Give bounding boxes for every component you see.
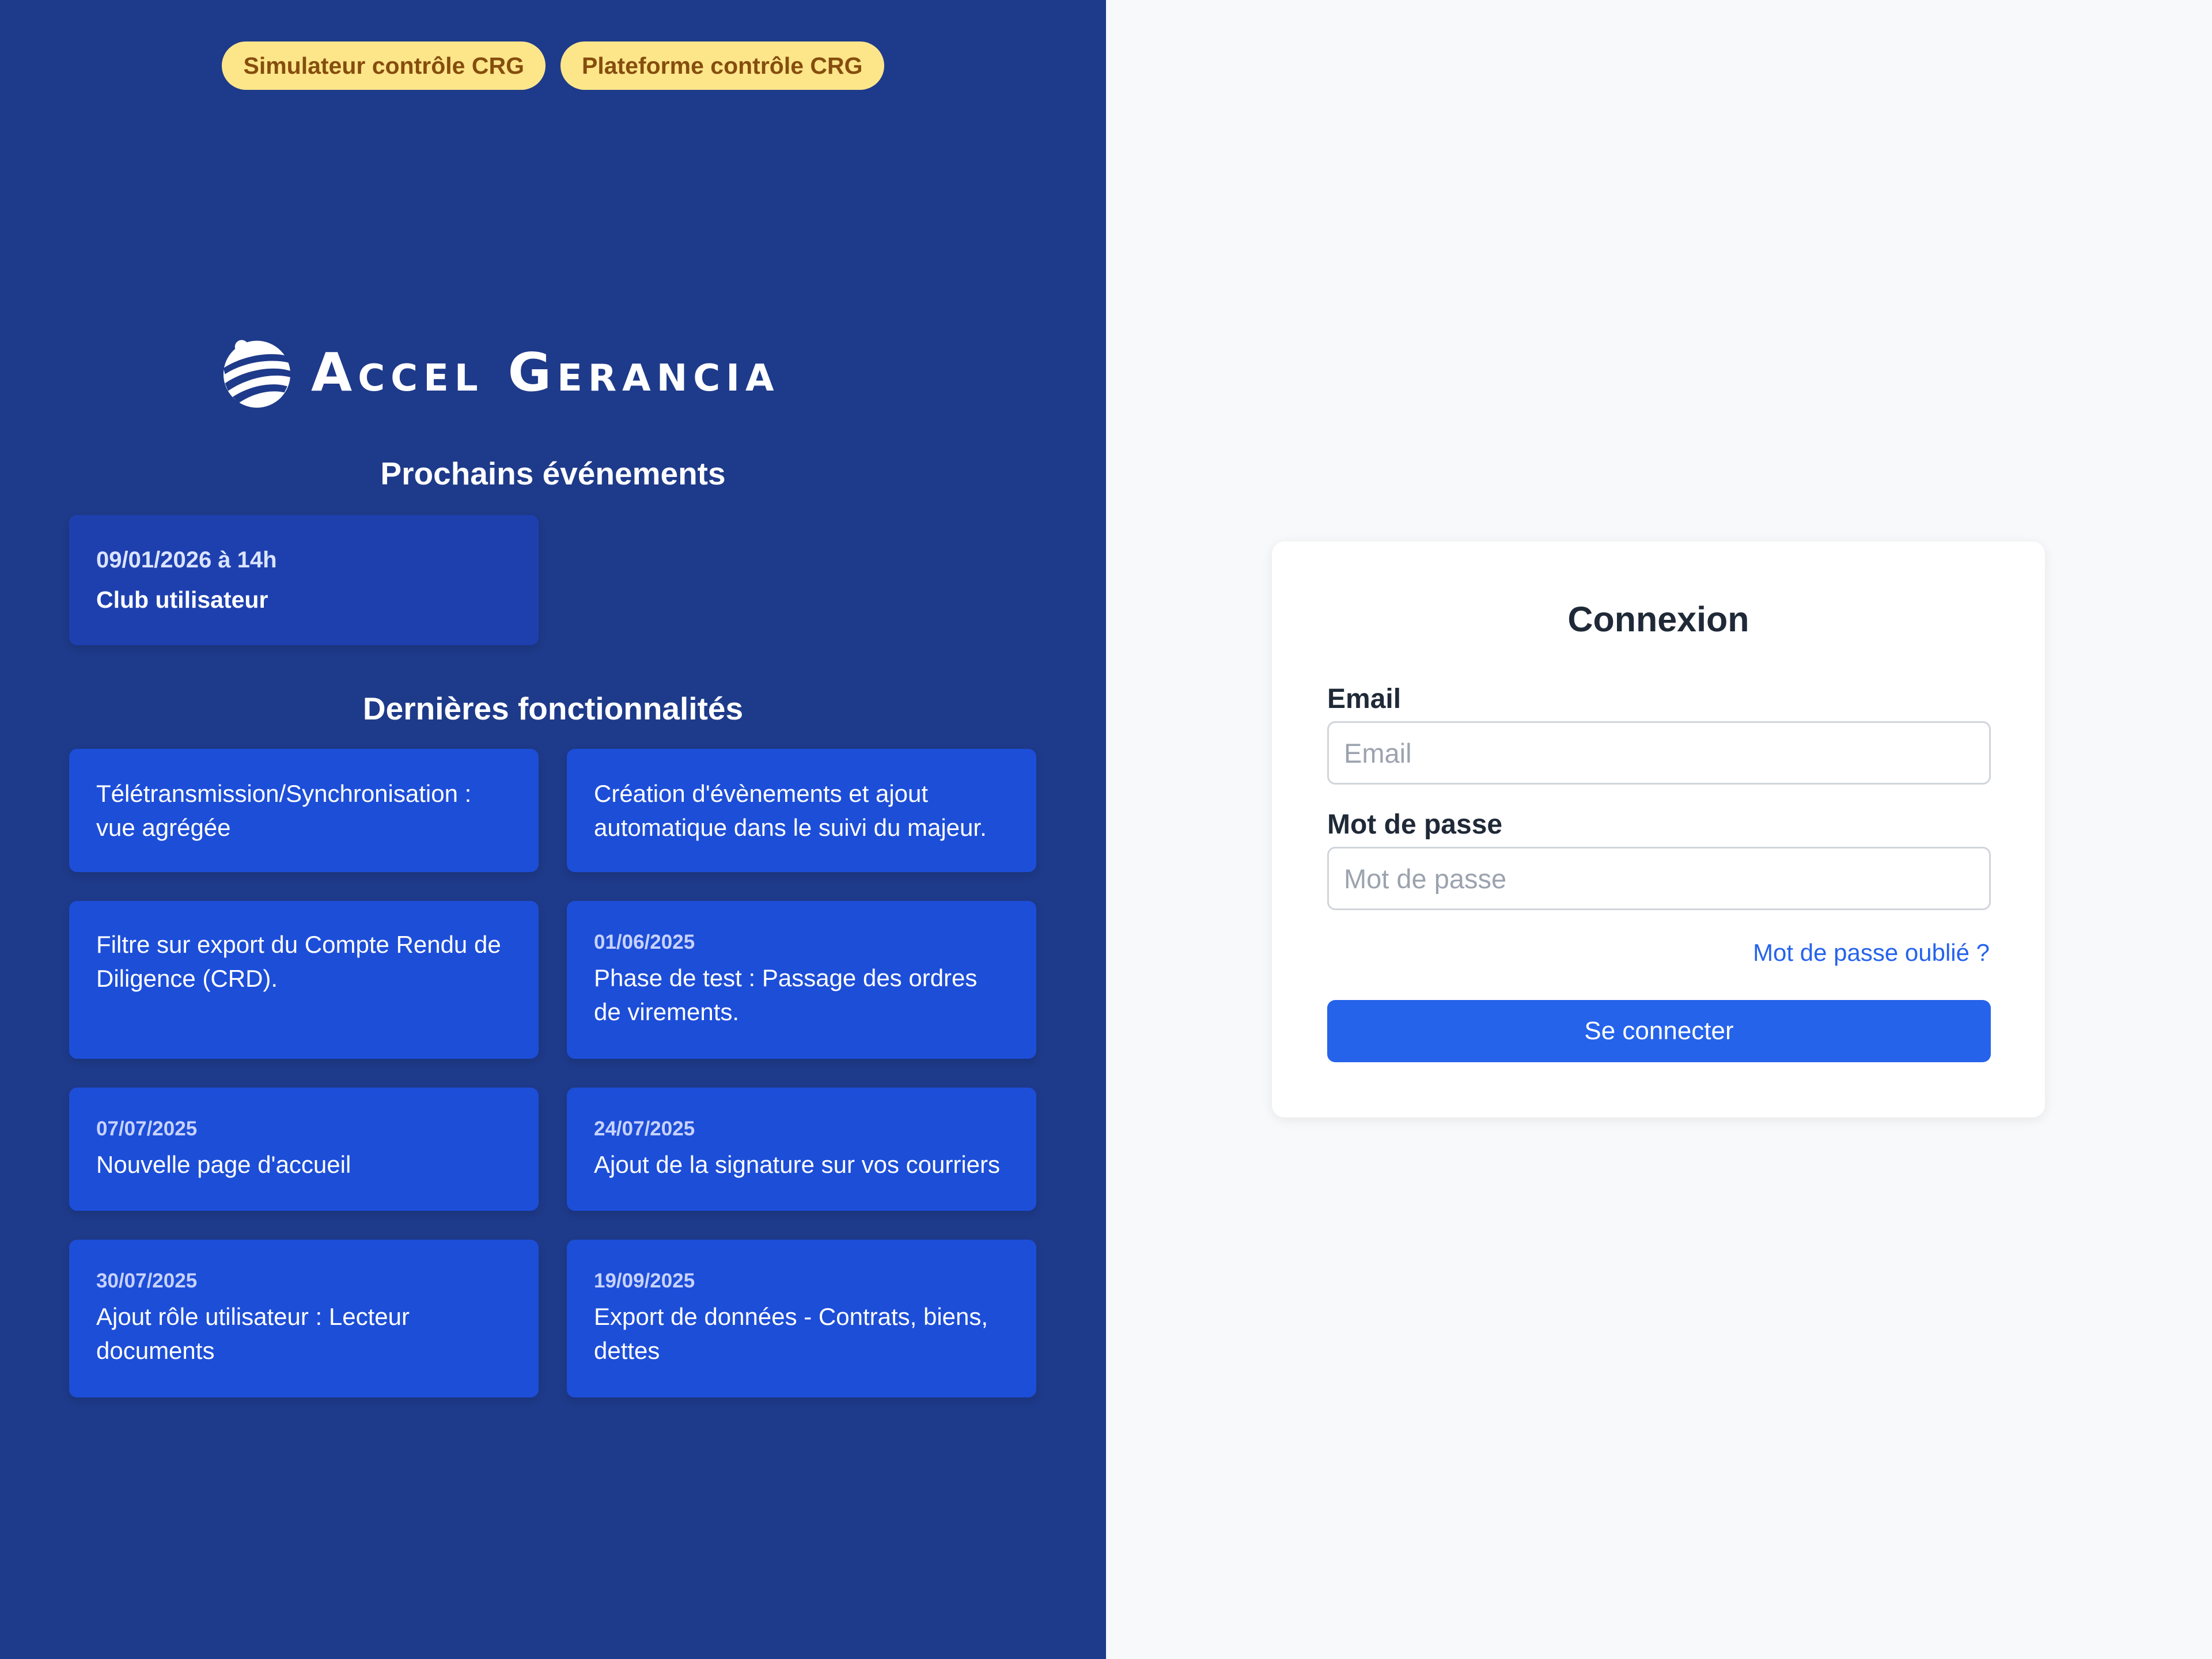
logo-wordmark: Accel Gerancia	[311, 342, 780, 403]
feature-card: 19/09/2025 Export de données - Contrats,…	[567, 1240, 1036, 1397]
password-input[interactable]	[1327, 847, 1991, 910]
features-heading: Dernières fonctionnalités	[362, 691, 744, 726]
feature-title: Filtre sur export du Compte Rendu de Dil…	[96, 931, 501, 992]
feature-date: 07/07/2025	[96, 1117, 198, 1140]
login-title: Connexion	[1567, 600, 1749, 639]
feature-title: Création d'évènements et ajout automatiq…	[594, 780, 987, 841]
feature-title: Ajout rôle utilisateur : Lecteur documen…	[96, 1303, 410, 1364]
feature-card: Télétransmission/Synchronisation : vue a…	[69, 749, 539, 872]
login-form: Connexion Email Mot de passe Mot de pass…	[1272, 541, 2045, 1118]
feature-title: Export de données - Contrats, biens, det…	[594, 1303, 988, 1364]
feature-card: 07/07/2025 Nouvelle page d'accueil	[69, 1088, 539, 1211]
email-label: Email	[1327, 684, 1402, 714]
top-badges: Simulateur contrôle CRG Plateforme contr…	[0, 41, 1106, 90]
email-input[interactable]	[1327, 721, 1991, 785]
login-submit-button[interactable]: Se connecter	[1327, 1000, 1991, 1062]
event-date: 09/01/2026 à 14h	[96, 547, 277, 573]
feature-date: 01/06/2025	[594, 931, 695, 953]
forgot-password-link[interactable]: Mot de passe oublié ?	[1753, 939, 1990, 967]
feature-card: 24/07/2025 Ajout de la signature sur vos…	[567, 1088, 1036, 1211]
feature-title: Ajout de la signature sur vos courriers	[594, 1150, 1000, 1178]
simulator-badge-button[interactable]: Simulateur contrôle CRG	[222, 41, 546, 90]
event-title: Club utilisateur	[96, 586, 268, 613]
events-heading: Prochains événements	[380, 456, 726, 491]
globe-logo-icon	[223, 340, 292, 408]
feature-card: Filtre sur export du Compte Rendu de Dil…	[69, 901, 539, 1059]
feature-card: 01/06/2025 Phase de test : Passage des o…	[567, 901, 1036, 1059]
feature-date: 30/07/2025	[96, 1270, 198, 1292]
accel-gerancia-logo: Accel Gerancia	[219, 334, 887, 411]
feature-date: 24/07/2025	[594, 1117, 695, 1140]
feature-card: 30/07/2025 Ajout rôle utilisateur : Lect…	[69, 1240, 539, 1397]
feature-title: Nouvelle page d'accueil	[96, 1150, 351, 1178]
feature-title: Télétransmission/Synchronisation : vue a…	[96, 780, 472, 841]
platform-badge-button[interactable]: Plateforme contrôle CRG	[560, 41, 884, 90]
feature-date: 19/09/2025	[594, 1270, 695, 1292]
feature-card: Création d'évènements et ajout automatiq…	[567, 749, 1036, 872]
event-card: 09/01/2026 à 14h Club utilisateur	[69, 515, 539, 645]
feature-title: Phase de test : Passage des ordres de vi…	[594, 964, 978, 1025]
left-panel: Simulateur contrôle CRG Plateforme contr…	[0, 0, 1106, 1659]
password-label: Mot de passe	[1327, 809, 1503, 840]
